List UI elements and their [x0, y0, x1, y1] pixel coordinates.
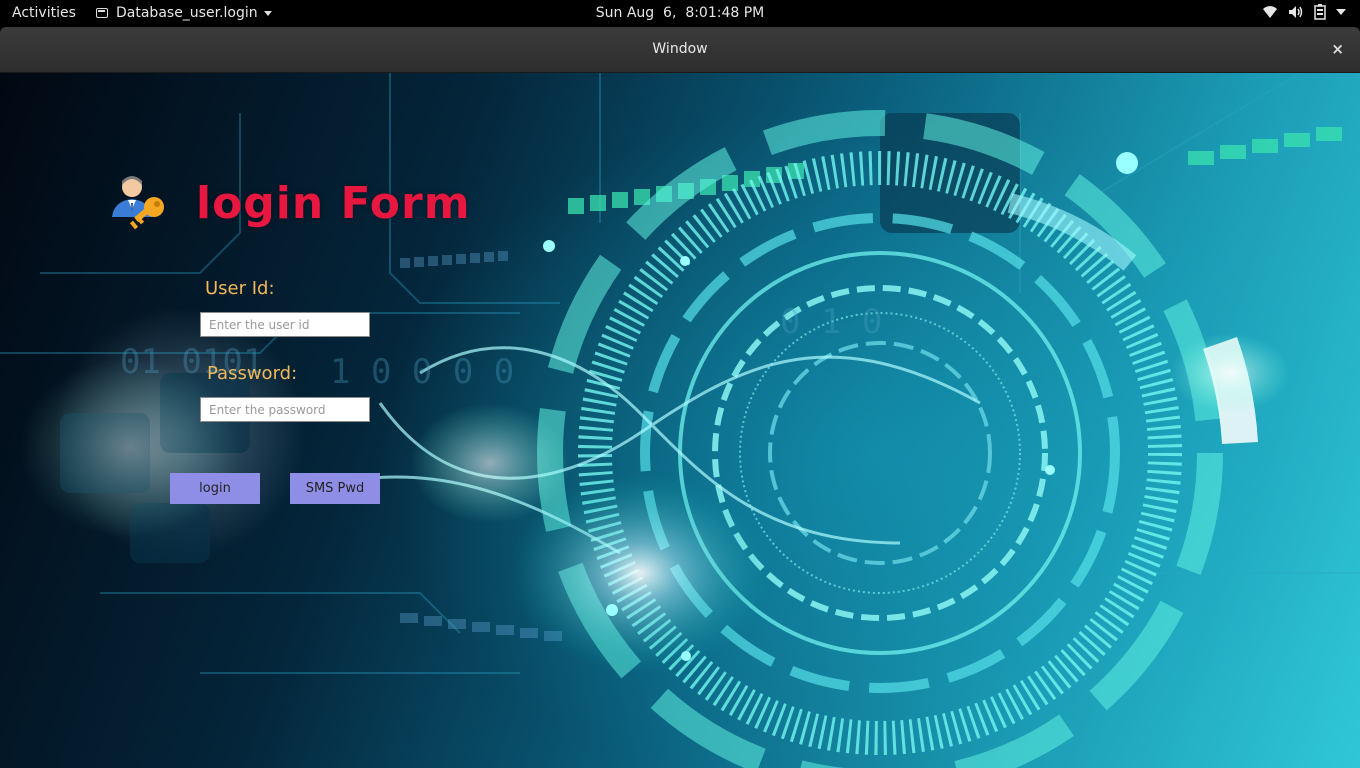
status-area[interactable] — [1262, 4, 1346, 20]
wifi-icon — [1263, 6, 1277, 18]
password-label: Password: — [207, 363, 298, 384]
form-title: login Form — [196, 177, 471, 229]
login-button[interactable]: login — [170, 473, 260, 504]
svg-text:1 0 0 0 0: 1 0 0 0 0 — [330, 352, 514, 392]
chevron-down-icon — [263, 10, 272, 16]
user-key-icon — [112, 176, 164, 230]
power-menu-icon — [1336, 9, 1346, 15]
password-input[interactable] — [200, 397, 370, 422]
window-title: Window — [652, 41, 708, 57]
user-id-label: User Id: — [205, 278, 275, 299]
user-id-input[interactable] — [200, 312, 370, 337]
form-header: login Form — [108, 173, 471, 233]
window-titlebar[interactable]: Window × — [0, 27, 1360, 73]
clock[interactable]: Sun Aug 6, 8:01:48 PM — [596, 5, 765, 21]
svg-text:0 1 0: 0 1 0 — [780, 302, 882, 342]
activities-button[interactable]: Activities — [12, 5, 76, 21]
app-menu-label: Database_user.login — [116, 5, 258, 21]
sms-pwd-button[interactable]: SMS Pwd — [290, 473, 380, 504]
close-icon[interactable]: × — [1331, 40, 1344, 58]
login-window-content: 01 0101 1 0 0 0 0 0 1 0 login Form User … — [0, 73, 1360, 768]
app-menu[interactable]: Database_user.login — [96, 5, 272, 21]
top-bar: Activities Database_user.login Sun Aug 6… — [0, 0, 1360, 27]
app-window-icon — [96, 8, 108, 18]
battery-icon — [1314, 4, 1326, 20]
volume-icon — [1289, 6, 1303, 18]
